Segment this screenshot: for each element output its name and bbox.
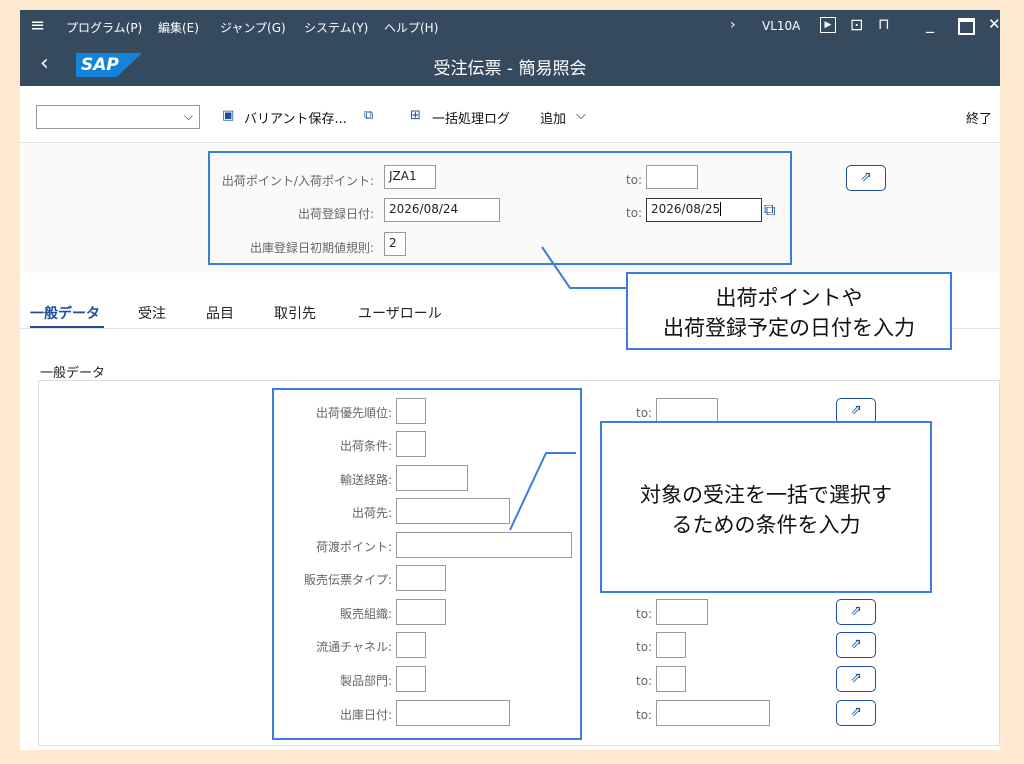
- callout-bottom: 対象の受注を一括で選択す るための条件を入力: [600, 421, 932, 593]
- callout-bottom-line1: 対象の受注を一括で選択す: [640, 483, 892, 507]
- connector-line-bottom: [509, 452, 576, 531]
- callout-connectors: [509, 246, 626, 531]
- callout-top: 出荷ポイントや 出荷登録予定の日付を入力: [626, 272, 952, 350]
- callout-bottom-line2: るための条件を入力: [671, 513, 861, 537]
- callout-top-line2: 出荷登録予定の日付を入力: [663, 316, 915, 340]
- callout-top-line1: 出荷ポイントや: [715, 286, 863, 310]
- connector-line-top: [541, 246, 626, 289]
- sap-window: ≡ プログラム(P) 編集(E) ジャンプ(G) システム(Y) ヘルプ(H) …: [20, 10, 1000, 750]
